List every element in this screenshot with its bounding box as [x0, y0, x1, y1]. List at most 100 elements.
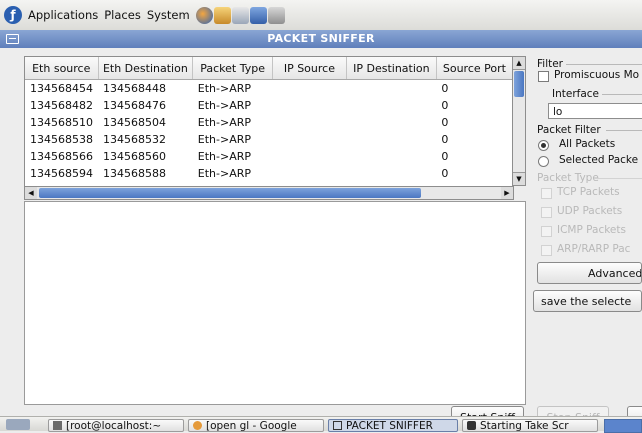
source-port-cell: 0	[441, 150, 449, 163]
packet-details-area[interactable]	[24, 201, 526, 405]
all-packets-radio[interactable]	[538, 140, 549, 151]
interface-field[interactable]: lo	[548, 103, 642, 119]
eth-destination-cell: 134568448	[103, 82, 166, 95]
icmp-checkbox[interactable]	[541, 226, 552, 237]
group-divider	[606, 130, 642, 131]
promiscuous-checkbox[interactable]	[538, 71, 549, 82]
source-port-cell: 0	[441, 82, 449, 95]
system-menu[interactable]: System	[147, 8, 190, 22]
table-vertical-scrollbar[interactable]: ▲ ▼	[512, 56, 526, 186]
packet-type-label: Packet Type	[537, 172, 599, 184]
applications-menu[interactable]: Applications	[28, 8, 98, 22]
ip-source-cell	[272, 114, 346, 131]
eth-destination-cell: 134568588	[103, 167, 166, 180]
eth-source-cell: 134568594	[30, 167, 93, 180]
table-row[interactable]: 134568566 134568560 Eth->ARP 0	[25, 148, 513, 165]
table-horizontal-scrollbar[interactable]: ◀ ▶	[24, 186, 514, 200]
ip-source-cell	[272, 148, 346, 165]
taskbar-label: PACKET SNIFFER	[346, 420, 433, 432]
tcp-label: TCP Packets	[557, 186, 620, 198]
taskbar-label: [root@localhost:~	[66, 420, 162, 432]
promiscuous-label: Promiscuous Mo	[554, 69, 640, 81]
group-divider	[602, 94, 642, 95]
workspace-switcher[interactable]	[604, 419, 642, 433]
scroll-up-icon[interactable]: ▲	[513, 57, 525, 70]
ip-destination-cell	[346, 131, 436, 148]
eth-source-cell: 134568454	[30, 82, 93, 95]
ip-source-cell	[272, 80, 346, 98]
window-title-bar[interactable]: PACKET SNIFFER	[0, 30, 642, 48]
camera-icon	[467, 421, 476, 430]
udp-label: UDP Packets	[557, 205, 623, 217]
eth-destination-cell: 134568476	[103, 99, 166, 112]
column-header[interactable]: Eth source	[25, 57, 99, 80]
all-packets-label: All Packets	[559, 138, 616, 150]
table-row[interactable]: 134568594 134568588 Eth->ARP 0	[25, 165, 513, 182]
ip-source-cell	[272, 131, 346, 148]
packet-type-cell: Eth->ARP	[197, 150, 252, 163]
show-desktop-icon[interactable]	[6, 419, 30, 430]
ip-source-cell	[272, 165, 346, 182]
table-row[interactable]: 134568510 134568504 Eth->ARP 0	[25, 114, 513, 131]
column-header[interactable]: Eth Destination	[98, 57, 194, 80]
packet-type-cell: Eth->ARP	[197, 99, 252, 112]
ip-source-cell	[272, 97, 346, 114]
eth-source-cell: 134568566	[30, 150, 93, 163]
eth-destination-cell: 134568532	[103, 133, 166, 146]
source-port-cell: 0	[441, 116, 449, 129]
eth-source-cell: 134568510	[30, 116, 93, 129]
ip-destination-cell	[346, 80, 436, 98]
eth-source-cell: 134568482	[30, 99, 93, 112]
column-header[interactable]: IP Destination	[346, 57, 437, 80]
places-menu[interactable]: Places	[104, 8, 141, 22]
column-header[interactable]: Packet Type	[192, 57, 273, 80]
source-port-cell: 0	[441, 167, 449, 180]
column-header[interactable]: Source Port	[436, 57, 513, 80]
arp-rarp-label: ARP/RARP Pac	[557, 243, 631, 255]
notes-icon[interactable]	[231, 6, 249, 24]
table-row[interactable]: 134568538 134568532 Eth->ARP 0	[25, 131, 513, 148]
scroll-thumb[interactable]	[39, 188, 421, 198]
launcher-bar	[195, 6, 285, 24]
scroll-thumb[interactable]	[514, 71, 524, 97]
table-row[interactable]: 134568454 134568448 Eth->ARP 0	[25, 80, 513, 98]
taskbar-item-packet-sniffer[interactable]: PACKET SNIFFER	[328, 419, 458, 432]
eth-destination-cell: 134568504	[103, 116, 166, 129]
ip-destination-cell	[346, 97, 436, 114]
table-row[interactable]: 134568482 134568476 Eth->ARP 0	[25, 97, 513, 114]
ip-destination-cell	[346, 148, 436, 165]
arp-rarp-checkbox[interactable]	[541, 245, 552, 256]
udp-checkbox[interactable]	[541, 207, 552, 218]
packet-table[interactable]: Eth source Eth Destination Packet Type I…	[24, 56, 514, 200]
packet-type-cell: Eth->ARP	[197, 82, 252, 95]
tcp-checkbox[interactable]	[541, 188, 552, 199]
group-divider	[566, 64, 642, 65]
scroll-right-icon[interactable]: ▶	[501, 187, 513, 199]
web-browser-icon	[193, 421, 202, 430]
selected-packets-radio[interactable]	[538, 156, 549, 167]
packet-type-cell: Eth->ARP	[197, 167, 252, 180]
web-browser-icon[interactable]	[195, 6, 213, 24]
save-selected-button[interactable]: save the selecte	[533, 290, 642, 312]
top-panel: ƒ Applications Places System	[0, 0, 642, 31]
mail-icon[interactable]	[213, 6, 231, 24]
column-header[interactable]: IP Source	[272, 57, 347, 80]
packet-type-cell: Eth->ARP	[197, 133, 252, 146]
terminal-icon	[53, 421, 62, 430]
advanced-button[interactable]: Advanced	[537, 262, 642, 284]
taskbar-item-browser[interactable]: [open gl - Google	[188, 419, 324, 432]
scroll-left-icon[interactable]: ◀	[25, 187, 37, 199]
source-port-cell: 0	[441, 99, 449, 112]
packet-type-cell: Eth->ARP	[197, 116, 252, 129]
scroll-down-icon[interactable]: ▼	[513, 172, 525, 185]
source-port-cell: 0	[441, 133, 449, 146]
eth-destination-cell: 134568560	[103, 150, 166, 163]
office-icon[interactable]	[249, 6, 267, 24]
bottom-taskbar: [root@localhost:~ [open gl - Google PACK…	[0, 416, 642, 433]
taskbar-item-terminal[interactable]: [root@localhost:~	[48, 419, 184, 432]
calculator-icon[interactable]	[267, 6, 285, 24]
ip-destination-cell	[346, 165, 436, 182]
taskbar-item-screenshot[interactable]: Starting Take Scr	[462, 419, 598, 432]
packet-filter-label: Packet Filter	[537, 124, 601, 136]
gnome-foot-icon[interactable]: ƒ	[4, 6, 22, 24]
